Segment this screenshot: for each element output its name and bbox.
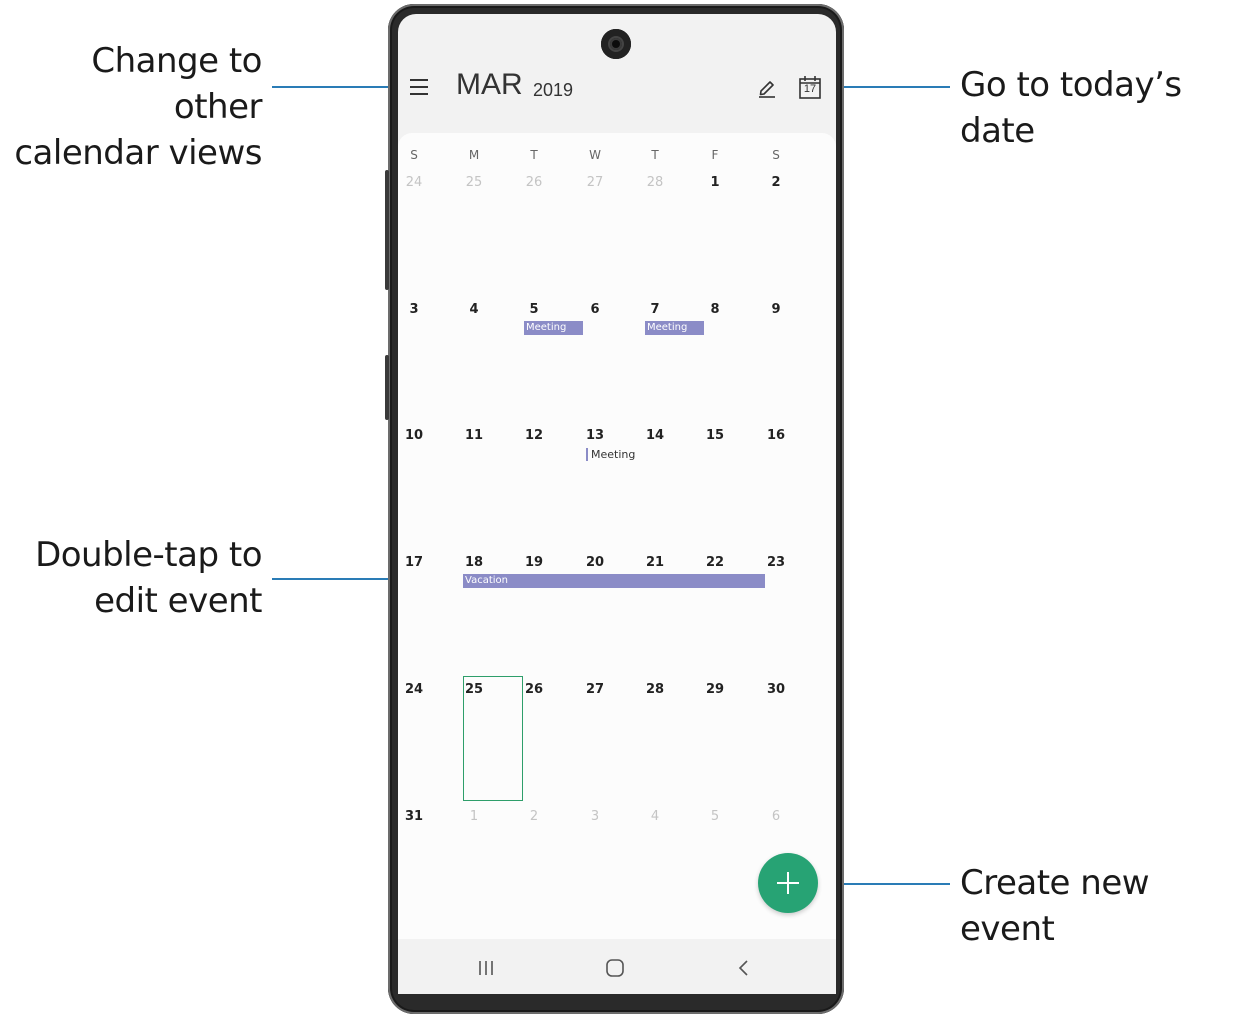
volume-button bbox=[385, 170, 389, 290]
callout-pointer bbox=[272, 86, 404, 88]
calendar-day[interactable]: 21 bbox=[640, 555, 670, 570]
calendar-day[interactable]: 19 bbox=[519, 555, 549, 570]
callout-change-views: Change to other calendar views bbox=[0, 38, 262, 176]
calendar-day[interactable]: 31 bbox=[399, 809, 429, 824]
calendar-day[interactable]: 22 bbox=[700, 555, 730, 570]
calendar-day[interactable]: 29 bbox=[700, 682, 730, 697]
calendar-day[interactable]: 15 bbox=[700, 428, 730, 443]
calendar-day[interactable]: 28 bbox=[640, 175, 670, 190]
callout-line-2: calendar views bbox=[14, 133, 262, 173]
calendar-day[interactable]: 10 bbox=[399, 428, 429, 443]
callout-today: Go to today’s date bbox=[960, 65, 1182, 151]
calendar-day[interactable]: 1 bbox=[459, 809, 489, 824]
calendar-day[interactable]: 30 bbox=[761, 682, 791, 697]
edit-pen-icon[interactable] bbox=[756, 76, 778, 98]
callout-line-2: edit event bbox=[94, 581, 262, 621]
callout-pointer bbox=[826, 86, 950, 88]
calendar-day[interactable]: 13 bbox=[580, 428, 610, 443]
power-button bbox=[385, 355, 389, 420]
calendar-day[interactable]: 5 bbox=[519, 302, 549, 317]
calendar-day[interactable]: 12 bbox=[519, 428, 549, 443]
event-vacation[interactable]: Vacation bbox=[463, 574, 765, 588]
calendar-day[interactable]: 26 bbox=[519, 682, 549, 697]
weekday-label: S bbox=[410, 148, 418, 162]
calendar-day[interactable]: 2 bbox=[761, 175, 791, 190]
calendar-day[interactable]: 7 bbox=[640, 302, 670, 317]
calendar-day[interactable]: 20 bbox=[580, 555, 610, 570]
calendar-day[interactable]: 23 bbox=[761, 555, 791, 570]
today-calendar-icon[interactable]: 17 bbox=[798, 74, 822, 100]
calendar-day[interactable]: 8 bbox=[700, 302, 730, 317]
menu-icon[interactable] bbox=[408, 76, 430, 96]
calendar-day[interactable]: 2 bbox=[519, 809, 549, 824]
weekday-label: T bbox=[530, 148, 538, 162]
create-event-button[interactable] bbox=[758, 853, 818, 913]
calendar-day[interactable]: 16 bbox=[761, 428, 791, 443]
calendar-day[interactable]: 3 bbox=[399, 302, 429, 317]
month-title: MAR bbox=[456, 68, 523, 101]
calendar-day[interactable]: 4 bbox=[459, 302, 489, 317]
calendar-day[interactable]: 3 bbox=[580, 809, 610, 824]
weekday-label: T bbox=[651, 148, 659, 162]
callout-line-1: Change to other bbox=[91, 41, 262, 127]
calendar-day[interactable]: 6 bbox=[580, 302, 610, 317]
calendar-day[interactable]: 25 bbox=[459, 175, 489, 190]
weekday-label: W bbox=[589, 148, 601, 162]
calendar-day[interactable]: 28 bbox=[640, 682, 670, 697]
callout-edit-event: Double-tap to edit event bbox=[0, 532, 262, 624]
event-meeting[interactable]: Meeting bbox=[586, 448, 635, 461]
selected-day-cell[interactable] bbox=[463, 676, 523, 801]
calendar-day[interactable]: 27 bbox=[580, 175, 610, 190]
calendar-day[interactable]: 17 bbox=[399, 555, 429, 570]
calendar-day[interactable]: 27 bbox=[580, 682, 610, 697]
callout-create-event: Create new event bbox=[960, 863, 1150, 949]
calendar-day[interactable]: 9 bbox=[761, 302, 791, 317]
event-meeting[interactable]: Meeting bbox=[524, 321, 583, 335]
weekday-label: S bbox=[772, 148, 780, 162]
calendar-day[interactable]: 11 bbox=[459, 428, 489, 443]
calendar-day[interactable]: 5 bbox=[700, 809, 730, 824]
calendar-day[interactable]: 1 bbox=[700, 175, 730, 190]
plus-icon bbox=[758, 853, 818, 913]
front-camera bbox=[601, 29, 631, 59]
calendar-day[interactable]: 14 bbox=[640, 428, 670, 443]
calendar-day[interactable]: 4 bbox=[640, 809, 670, 824]
today-icon-day: 17 bbox=[803, 83, 817, 95]
recent-apps-icon[interactable] bbox=[476, 959, 496, 977]
back-icon[interactable] bbox=[736, 958, 752, 978]
weekday-label: M bbox=[468, 148, 480, 162]
calendar-day[interactable]: 24 bbox=[399, 682, 429, 697]
weekday-label: F bbox=[711, 148, 719, 162]
home-icon[interactable] bbox=[605, 958, 625, 978]
calendar-day[interactable]: 26 bbox=[519, 175, 549, 190]
callout-line-1: Double-tap to bbox=[35, 535, 262, 575]
year-label: 2019 bbox=[533, 80, 574, 100]
calendar-day[interactable]: 6 bbox=[761, 809, 791, 824]
calendar-day[interactable]: 18 bbox=[459, 555, 489, 570]
calendar-day[interactable]: 24 bbox=[399, 175, 429, 190]
event-meeting[interactable]: Meeting bbox=[645, 321, 704, 335]
